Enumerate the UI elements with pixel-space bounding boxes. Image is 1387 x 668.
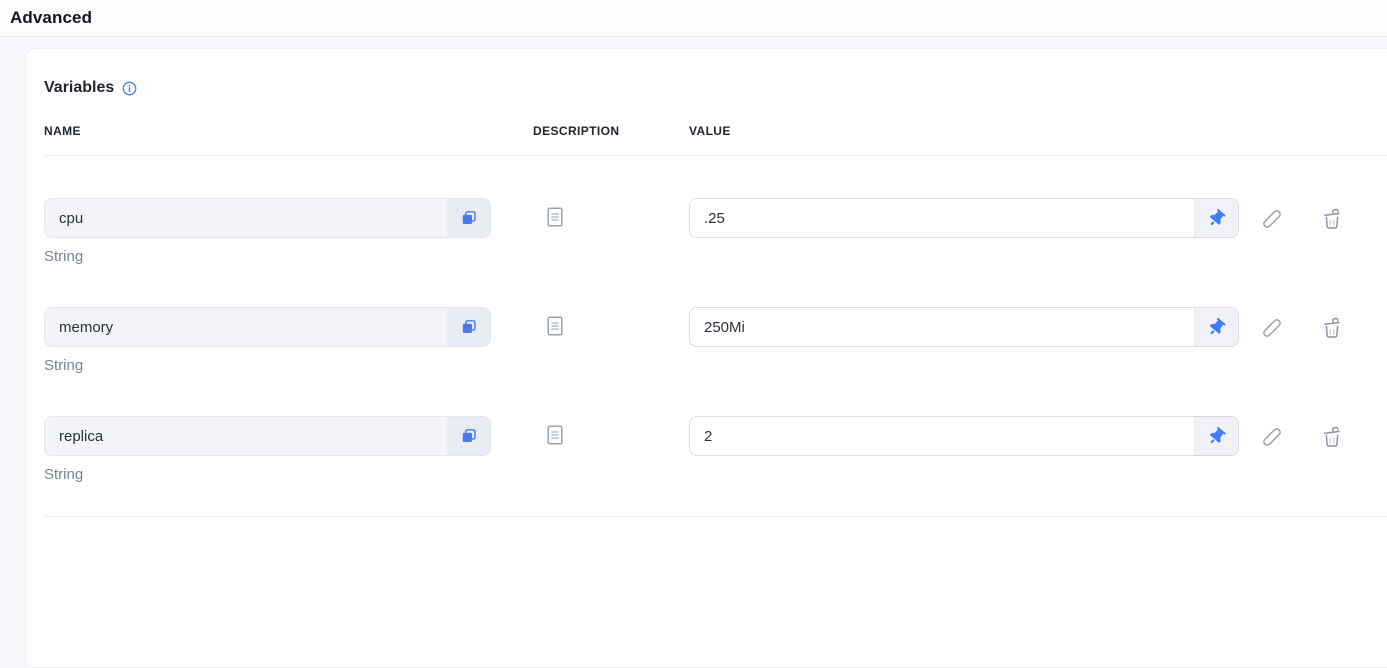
delete-button[interactable] — [1320, 425, 1344, 449]
value-cell — [689, 198, 1239, 238]
row-actions — [1239, 416, 1387, 449]
description-cell — [491, 307, 689, 341]
delete-button[interactable] — [1320, 316, 1344, 340]
pencil-icon — [1260, 425, 1284, 449]
variable-value-group — [689, 198, 1239, 238]
info-icon[interactable] — [122, 81, 137, 96]
variables-panel: Variables NAME DESCRIPTION VALUE — [25, 48, 1387, 668]
table-header-row: NAME DESCRIPTION VALUE — [44, 124, 1387, 156]
variable-type-label: String — [44, 248, 491, 265]
variable-value-input[interactable] — [690, 199, 1194, 237]
pin-button[interactable] — [1194, 417, 1238, 455]
document-icon — [547, 425, 563, 445]
name-cell: String — [44, 416, 491, 483]
variable-type-label: String — [44, 357, 491, 374]
variables-section-header: Variables — [44, 79, 1387, 97]
trash-icon — [1320, 425, 1344, 449]
pin-button[interactable] — [1194, 199, 1238, 237]
copy-button[interactable] — [447, 308, 490, 346]
document-icon — [547, 207, 563, 227]
variable-type-label: String — [44, 466, 491, 483]
document-icon — [547, 316, 563, 336]
table-row: String — [44, 198, 1387, 265]
pencil-icon — [1260, 316, 1284, 340]
variables-rows: String — [44, 198, 1387, 483]
name-cell: String — [44, 307, 491, 374]
copy-icon — [461, 210, 477, 226]
variable-name-group — [44, 416, 491, 456]
table-row: String — [44, 416, 1387, 483]
variable-name-input[interactable] — [45, 199, 447, 237]
edit-button[interactable] — [1260, 207, 1284, 231]
pin-button[interactable] — [1194, 308, 1238, 346]
page-header: Advanced — [0, 0, 1387, 37]
description-button[interactable] — [547, 316, 563, 336]
pencil-icon — [1260, 207, 1284, 231]
edit-button[interactable] — [1260, 316, 1284, 340]
column-header-description: DESCRIPTION — [491, 124, 689, 138]
table-row: String — [44, 307, 1387, 374]
page-title: Advanced — [10, 8, 92, 28]
trash-icon — [1320, 207, 1344, 231]
row-actions — [1239, 307, 1387, 340]
variable-name-group — [44, 198, 491, 238]
copy-button[interactable] — [447, 199, 490, 237]
copy-button[interactable] — [447, 417, 490, 455]
description-button[interactable] — [547, 425, 563, 445]
delete-button[interactable] — [1320, 207, 1344, 231]
pin-icon — [1205, 315, 1229, 339]
variable-value-input[interactable] — [690, 308, 1194, 346]
variables-title: Variables — [44, 79, 114, 97]
column-header-name: NAME — [44, 124, 491, 138]
name-cell: String — [44, 198, 491, 265]
section-divider — [44, 516, 1387, 517]
description-button[interactable] — [547, 207, 563, 227]
variable-name-group — [44, 307, 491, 347]
value-cell — [689, 307, 1239, 347]
column-header-value: VALUE — [689, 124, 1239, 138]
variable-name-input[interactable] — [45, 417, 447, 455]
description-cell — [491, 416, 689, 450]
copy-icon — [461, 319, 477, 335]
value-cell — [689, 416, 1239, 456]
description-cell — [491, 198, 689, 232]
variable-value-input[interactable] — [690, 417, 1194, 455]
variable-value-group — [689, 307, 1239, 347]
pin-icon — [1205, 206, 1229, 230]
edit-button[interactable] — [1260, 425, 1284, 449]
trash-icon — [1320, 316, 1344, 340]
pin-icon — [1205, 424, 1229, 448]
variable-value-group — [689, 416, 1239, 456]
copy-icon — [461, 428, 477, 444]
row-actions — [1239, 198, 1387, 231]
variable-name-input[interactable] — [45, 308, 447, 346]
